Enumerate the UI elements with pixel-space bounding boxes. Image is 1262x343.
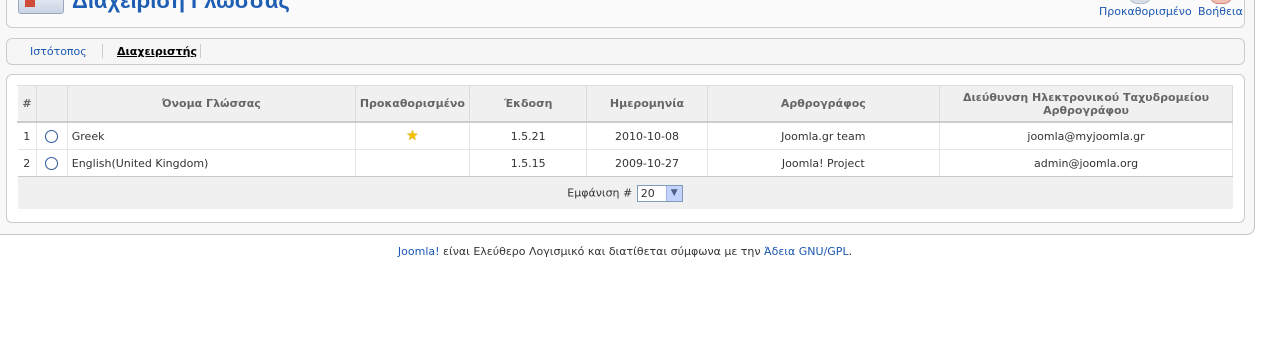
radio-button[interactable] bbox=[45, 156, 59, 170]
submenu: Ιστότοπος Διαχειριστής bbox=[6, 38, 1245, 65]
row-select[interactable] bbox=[36, 149, 68, 177]
languages-table: # Όνομα Γλώσσας Προκαθορισμένο Έκδοση Ημ… bbox=[17, 85, 1233, 209]
default-cell[interactable]: ★ bbox=[355, 122, 470, 150]
author: Joomla.gr team bbox=[707, 122, 941, 150]
help-button[interactable]: Βοήθεια bbox=[1198, 0, 1243, 18]
tab-administrator[interactable]: Διαχειριστής bbox=[117, 45, 197, 58]
column-header-date[interactable]: Ημερομηνία bbox=[586, 85, 708, 123]
default-button[interactable]: Προκαθορισμένο bbox=[1099, 0, 1192, 18]
submenu-divider bbox=[200, 44, 201, 58]
radio-button[interactable] bbox=[45, 129, 59, 143]
column-header-number: # bbox=[17, 85, 37, 123]
table-header-row: # Όνομα Γλώσσας Προκαθορισμένο Έκδοση Ημ… bbox=[17, 85, 1233, 123]
table-row: 1 Greek ★ 1.5.21 2010-10-08 Joomla.gr te… bbox=[17, 122, 1233, 150]
column-header-author[interactable]: Αρθρογράφος bbox=[706, 85, 941, 123]
column-header-language-name[interactable]: Όνομα Γλώσσας bbox=[66, 85, 356, 123]
default-cell[interactable] bbox=[355, 149, 470, 177]
page-title: Διαχείριση Γλώσσας bbox=[72, 0, 290, 13]
author-email: admin@joomla.org bbox=[939, 149, 1233, 177]
pagination-row: Εμφάνιση # 20 ▼ bbox=[17, 176, 1233, 209]
help-button-label: Βοήθεια bbox=[1198, 5, 1243, 18]
version: 1.5.21 bbox=[469, 122, 588, 150]
display-number-select[interactable]: 20 ▼ bbox=[636, 184, 683, 202]
column-header-author-email[interactable]: Διεύθυνση Ηλεκτρονικού Ταχυδρομείου Αρθρ… bbox=[939, 85, 1233, 123]
footer-text: είναι Ελεύθερο Λογισμικό και διατίθεται … bbox=[439, 245, 765, 258]
tab-site[interactable]: Ιστότοπος bbox=[30, 45, 87, 58]
date: 2010-10-08 bbox=[586, 122, 708, 150]
table-row: 2 English(United Kingdom) 1.5.15 2009-10… bbox=[17, 149, 1233, 177]
default-button-label: Προκαθορισμένο bbox=[1099, 5, 1192, 18]
language-manager-icon bbox=[18, 0, 64, 14]
display-number-label: Εμφάνιση # bbox=[567, 186, 633, 199]
default-star-icon: ★ bbox=[406, 128, 419, 144]
row-number: 2 bbox=[17, 149, 37, 177]
content-panel: # Όνομα Γλώσσας Προκαθορισμένο Έκδοση Ημ… bbox=[6, 74, 1245, 223]
gpl-license-link[interactable]: Άδεια GNU/GPL bbox=[764, 245, 849, 258]
version: 1.5.15 bbox=[469, 149, 588, 177]
language-name: English(United Kingdom) bbox=[67, 149, 356, 177]
author: Joomla! Project bbox=[707, 149, 941, 177]
footer-end: . bbox=[848, 245, 853, 258]
language-name: Greek bbox=[67, 122, 356, 150]
footer: Joomla! είναι Ελεύθερο Λογισμικό και δια… bbox=[0, 245, 1250, 258]
chevron-down-icon[interactable]: ▼ bbox=[665, 185, 682, 201]
display-number-value: 20 bbox=[640, 186, 655, 200]
author-email: joomla@myjoomla.gr bbox=[939, 122, 1233, 150]
row-number: 1 bbox=[17, 122, 37, 150]
pagination-cell: Εμφάνιση # 20 ▼ bbox=[17, 176, 1233, 209]
submenu-divider bbox=[102, 44, 103, 58]
date: 2009-10-27 bbox=[586, 149, 708, 177]
joomla-link[interactable]: Joomla! bbox=[398, 245, 440, 258]
row-select[interactable] bbox=[36, 122, 68, 150]
column-header-default[interactable]: Προκαθορισμένο bbox=[354, 85, 470, 123]
column-header-version[interactable]: Έκδοση bbox=[468, 85, 588, 123]
column-header-select bbox=[35, 85, 68, 123]
